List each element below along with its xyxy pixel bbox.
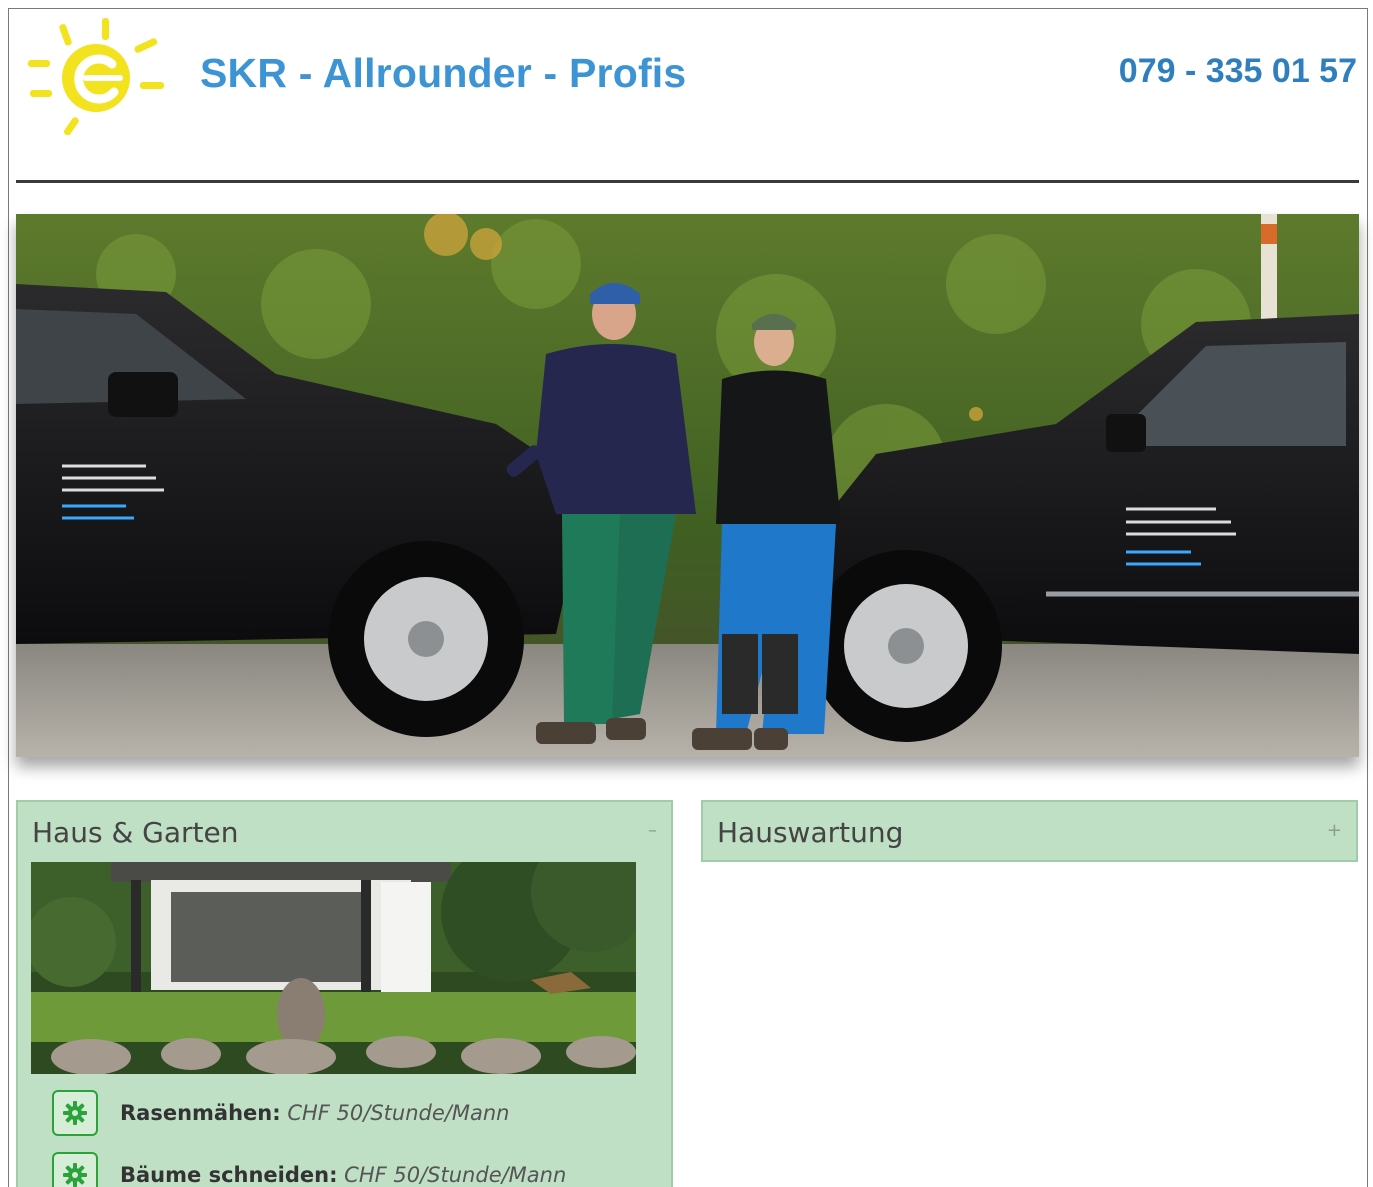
- panel-title[interactable]: Hauswartung: [717, 816, 903, 849]
- service-price: CHF 50/Stunde/Mann: [287, 1101, 510, 1125]
- site-header: SKR - Allrounder - Profis 079 - 335 01 5…: [0, 0, 1373, 185]
- expand-icon[interactable]: +: [1327, 820, 1342, 841]
- panel-title[interactable]: Haus & Garten: [32, 816, 239, 849]
- service-item-rasenmaehen: Rasenmähen: CHF 50/Stunde/Mann: [52, 1090, 509, 1136]
- service-text: Bäume schneiden: CHF 50/Stunde/Mann: [120, 1163, 566, 1187]
- header-divider: [16, 180, 1359, 183]
- service-text: Rasenmähen: CHF 50/Stunde/Mann: [120, 1101, 509, 1125]
- service-name: Bäume schneiden:: [120, 1163, 338, 1187]
- sun-logo-icon[interactable]: [24, 16, 172, 138]
- service-item-baeume-schneiden: Bäume schneiden: CHF 50/Stunde/Mann: [52, 1152, 566, 1187]
- brand-title[interactable]: SKR - Allrounder - Profis: [200, 50, 686, 97]
- service-price: CHF 50/Stunde/Mann: [344, 1163, 567, 1187]
- garden-photo: [31, 862, 636, 1074]
- phone-number[interactable]: 079 - 335 01 57: [1119, 52, 1357, 91]
- panel-haus-garten: Haus & Garten – Rasenmähen: CHF 50/Stund…: [16, 800, 673, 1187]
- service-name: Rasenmähen:: [120, 1101, 281, 1125]
- collapse-icon[interactable]: –: [648, 820, 657, 841]
- panel-hauswartung[interactable]: Hauswartung +: [701, 800, 1358, 862]
- gear-icon: [52, 1090, 98, 1136]
- gear-icon: [52, 1152, 98, 1187]
- hero-photo: [16, 214, 1359, 757]
